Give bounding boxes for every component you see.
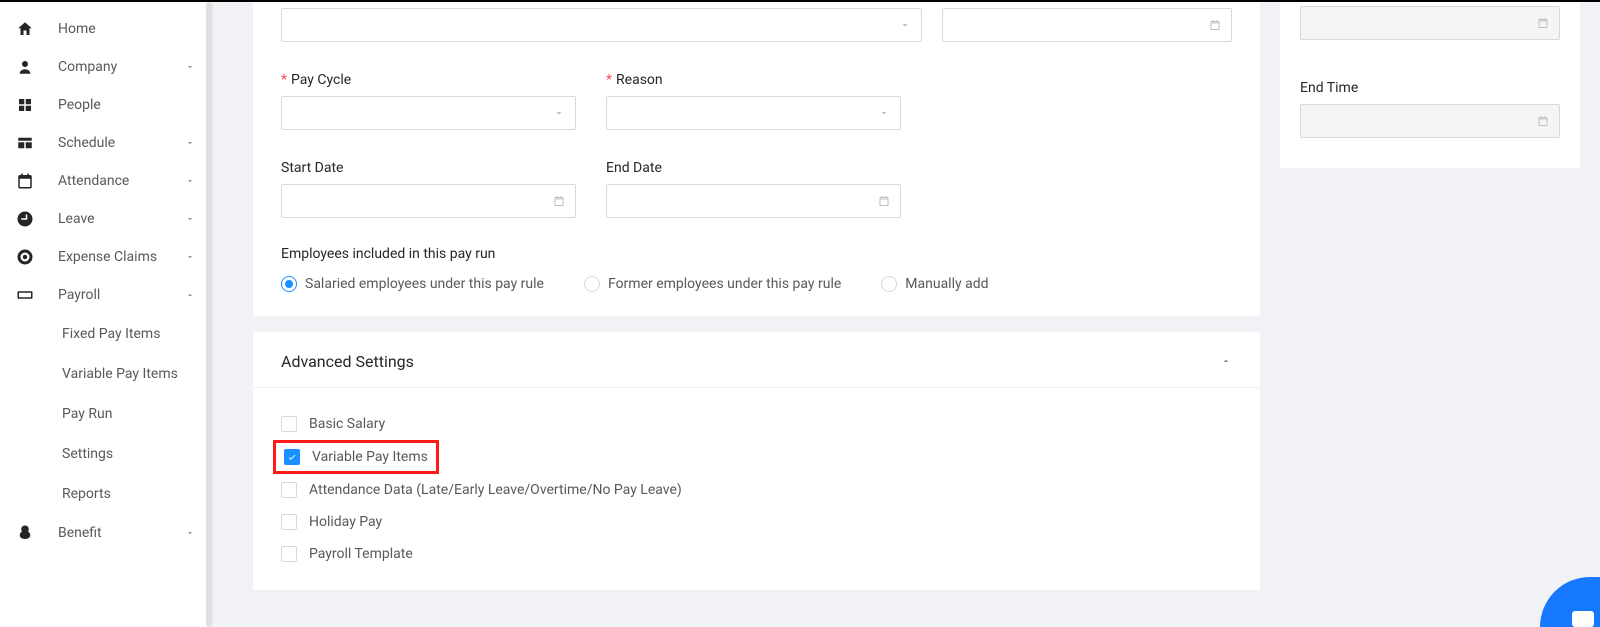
nav-leave-label: Leave <box>58 211 184 227</box>
main-content: *Pay Cycle *Reason <box>213 2 1600 627</box>
nav-benefit[interactable]: Benefit <box>0 514 212 552</box>
chevron-down-icon <box>184 527 196 539</box>
checkbox-checked-icon <box>284 449 300 465</box>
schedule-icon <box>16 134 34 152</box>
checkbox-variable-pay-label: Variable Pay Items <box>312 449 428 465</box>
nav-company-label: Company <box>58 59 184 75</box>
calendar-icon <box>1537 115 1549 127</box>
sidebar: Home Company People Schedule <box>0 2 213 627</box>
people-icon <box>16 96 34 114</box>
company-icon <box>16 58 34 76</box>
checkbox-attendance-label: Attendance Data (Late/Early Leave/Overti… <box>309 482 682 498</box>
nav-people[interactable]: People <box>0 86 212 124</box>
nav-payroll-variable[interactable]: Variable Pay Items <box>0 354 212 394</box>
nav-home[interactable]: Home <box>0 10 212 48</box>
radio-salaried[interactable]: Salaried employees under this pay rule <box>281 276 544 292</box>
radio-former-label: Former employees under this pay rule <box>608 276 841 292</box>
nav-leave[interactable]: Leave <box>0 200 212 238</box>
nav-payroll-settings[interactable]: Settings <box>0 434 212 474</box>
nav-home-label: Home <box>58 21 196 37</box>
pay-cycle-select[interactable] <box>281 96 576 130</box>
nav-payroll[interactable]: Payroll <box>0 276 212 314</box>
highlight-variable-pay: Variable Pay Items <box>273 440 439 474</box>
nav-expense-label: Expense Claims <box>58 249 184 265</box>
pay-cycle-label: *Pay Cycle <box>281 72 576 88</box>
checkbox-variable-pay[interactable]: Variable Pay Items <box>284 449 428 465</box>
end-date-label: End Date <box>606 160 901 176</box>
nav-attendance[interactable]: Attendance <box>0 162 212 200</box>
nav-payroll-label: Payroll <box>58 287 184 303</box>
chevron-down-icon <box>184 251 196 263</box>
nav-payroll-payrun[interactable]: Pay Run <box>0 394 212 434</box>
nav-schedule[interactable]: Schedule <box>0 124 212 162</box>
start-time-input[interactable] <box>1300 6 1560 40</box>
calendar-icon <box>1209 19 1221 31</box>
checkbox-icon <box>281 416 297 432</box>
chevron-down-icon <box>878 107 890 119</box>
checkbox-icon <box>281 514 297 530</box>
chevron-up-icon <box>1220 352 1232 371</box>
calendar-icon <box>553 195 565 207</box>
chevron-down-icon <box>184 61 196 73</box>
chevron-down-icon <box>184 213 196 225</box>
home-icon <box>16 20 34 38</box>
nav-company[interactable]: Company <box>0 48 212 86</box>
checkbox-holiday-pay[interactable]: Holiday Pay <box>281 506 1232 538</box>
chat-icon <box>1572 611 1594 627</box>
chevron-up-icon <box>184 289 196 301</box>
radio-former[interactable]: Former employees under this pay rule <box>584 276 841 292</box>
top-select[interactable] <box>281 8 922 42</box>
reason-select[interactable] <box>606 96 901 130</box>
reason-label: *Reason <box>606 72 901 88</box>
advanced-settings-card: Advanced Settings Basic Salary <box>253 332 1260 590</box>
nav-payroll-fixed[interactable]: Fixed Pay Items <box>0 314 212 354</box>
attendance-icon <box>16 172 34 190</box>
payrun-form-card: *Pay Cycle *Reason <box>253 2 1260 316</box>
leave-icon <box>16 210 34 228</box>
start-date-label: Start Date <box>281 160 576 176</box>
nav-expense[interactable]: Expense Claims <box>0 238 212 276</box>
chevron-down-icon <box>184 175 196 187</box>
nav-attendance-label: Attendance <box>58 173 184 189</box>
checkbox-holiday-label: Holiday Pay <box>309 514 382 530</box>
nav-benefit-label: Benefit <box>58 525 184 541</box>
checkbox-template-label: Payroll Template <box>309 546 413 562</box>
benefit-icon <box>16 524 34 542</box>
radio-dot-icon <box>584 276 600 292</box>
payroll-icon <box>16 286 34 304</box>
radio-salaried-label: Salaried employees under this pay rule <box>305 276 544 292</box>
radio-manual-label: Manually add <box>905 276 988 292</box>
nav-schedule-label: Schedule <box>58 135 184 151</box>
chevron-down-icon <box>553 107 565 119</box>
radio-dot-icon <box>881 276 897 292</box>
radio-dot-icon <box>281 276 297 292</box>
top-date[interactable] <box>942 8 1232 42</box>
checkbox-basic-salary[interactable]: Basic Salary <box>281 408 1232 440</box>
advanced-settings-title: Advanced Settings <box>281 352 414 371</box>
start-date-input[interactable] <box>281 184 576 218</box>
checkbox-attendance-data[interactable]: Attendance Data (Late/Early Leave/Overti… <box>281 474 1232 506</box>
nav-people-label: People <box>58 97 196 113</box>
checkbox-basic-salary-label: Basic Salary <box>309 416 385 432</box>
checkbox-icon <box>281 482 297 498</box>
end-time-input[interactable] <box>1300 104 1560 138</box>
employees-included-label: Employees included in this pay run <box>281 246 1232 262</box>
radio-manual[interactable]: Manually add <box>881 276 988 292</box>
chevron-down-icon <box>899 19 911 31</box>
calendar-icon <box>878 195 890 207</box>
end-date-input[interactable] <box>606 184 901 218</box>
checkbox-icon <box>281 546 297 562</box>
time-range-card: End Time <box>1280 2 1580 168</box>
calendar-icon <box>1537 17 1549 29</box>
expense-icon <box>16 248 34 266</box>
chevron-down-icon <box>184 137 196 149</box>
checkbox-payroll-template[interactable]: Payroll Template <box>281 538 1232 570</box>
nav-payroll-reports[interactable]: Reports <box>0 474 212 514</box>
advanced-settings-header[interactable]: Advanced Settings <box>253 332 1260 388</box>
end-time-label: End Time <box>1300 80 1560 96</box>
